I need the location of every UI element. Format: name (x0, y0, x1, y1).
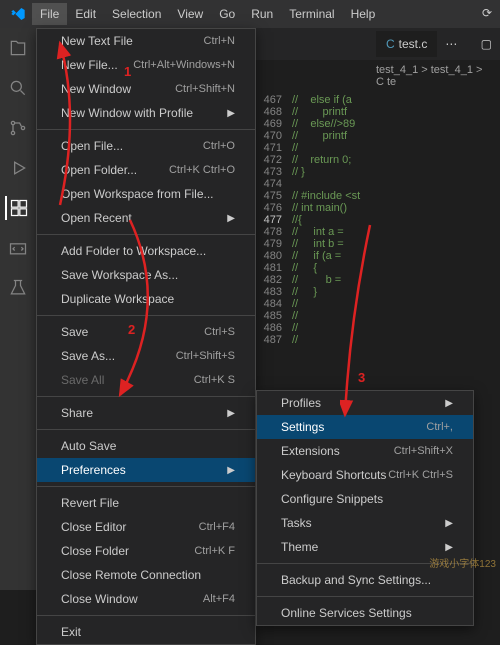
menu-terminal[interactable]: Terminal (281, 3, 342, 25)
file-menu-item[interactable]: Save As...Ctrl+Shift+S (37, 344, 255, 368)
file-menu-item[interactable]: New WindowCtrl+Shift+N (37, 77, 255, 101)
file-menu-item[interactable]: Open Workspace from File... (37, 182, 255, 206)
file-menu-item[interactable]: Exit (37, 620, 255, 644)
debug-icon[interactable] (6, 156, 30, 180)
annotation-1: 1 (124, 64, 131, 79)
code-editor[interactable]: 467// else if (a468// printf469// else//… (256, 92, 500, 348)
file-menu-item: Save AllCtrl+K S (37, 368, 255, 392)
preferences-menu-item[interactable]: Profiles▶ (257, 391, 473, 415)
testing-icon[interactable] (6, 276, 30, 300)
file-menu-item[interactable]: Open File...Ctrl+O (37, 134, 255, 158)
annotation-2: 2 (128, 322, 135, 337)
remote-icon[interactable] (6, 236, 30, 260)
extensions-icon[interactable] (5, 196, 29, 220)
file-menu-dropdown: New Text FileCtrl+NNew File...Ctrl+Alt+W… (36, 28, 256, 645)
file-menu-item[interactable]: Save Workspace As... (37, 263, 255, 287)
menubar: File Edit Selection View Go Run Terminal… (0, 0, 500, 28)
menu-run[interactable]: Run (243, 3, 281, 25)
source-control-icon[interactable] (6, 116, 30, 140)
file-menu-item[interactable]: Revert File (37, 491, 255, 515)
title-actions: ⟳ (482, 6, 492, 20)
file-menu-item[interactable]: Auto Save (37, 434, 255, 458)
preferences-menu-item[interactable]: Tasks▶ (257, 511, 473, 535)
file-menu-item[interactable]: Close EditorCtrl+F4 (37, 515, 255, 539)
menu-help[interactable]: Help (343, 3, 384, 25)
vscode-logo-icon (10, 6, 26, 22)
file-menu-item[interactable]: Close Remote Connection (37, 563, 255, 587)
file-menu-item[interactable]: Duplicate Workspace (37, 287, 255, 311)
file-menu-item[interactable]: New File...Ctrl+Alt+Windows+N (37, 53, 255, 77)
file-menu-item[interactable]: Open Recent▶ (37, 206, 255, 230)
preferences-menu-item[interactable]: ExtensionsCtrl+Shift+X (257, 439, 473, 463)
refresh-icon[interactable]: ⟳ (482, 6, 492, 20)
menu-selection[interactable]: Selection (104, 3, 169, 25)
file-menu-item[interactable]: Add Folder to Workspace... (37, 239, 255, 263)
preferences-menu-item[interactable]: SettingsCtrl+, (257, 415, 473, 439)
activity-bar (0, 28, 36, 590)
editor-tabs: Ctest.c ⋯ ▢ (256, 28, 500, 60)
split-icon[interactable]: ▢ (481, 37, 492, 51)
menu-file[interactable]: File (32, 3, 67, 25)
file-menu-item[interactable]: Close WindowAlt+F4 (37, 587, 255, 611)
overflow-icon[interactable]: ⋯ (445, 37, 457, 51)
tab-test-c[interactable]: Ctest.c (376, 31, 437, 57)
search-icon[interactable] (6, 76, 30, 100)
file-menu-item[interactable]: New Text FileCtrl+N (37, 29, 255, 53)
explorer-icon[interactable] (6, 36, 30, 60)
preferences-menu-item[interactable]: Keyboard ShortcutsCtrl+K Ctrl+S (257, 463, 473, 487)
menu-view[interactable]: View (169, 3, 211, 25)
file-menu-item[interactable]: Share▶ (37, 401, 255, 425)
preferences-menu-item[interactable]: Online Services Settings (257, 601, 473, 625)
file-menu-item[interactable]: SaveCtrl+S (37, 320, 255, 344)
breadcrumb[interactable]: test_4_1 > test_4_1 > C te (256, 60, 500, 92)
annotation-3: 3 (358, 370, 365, 385)
file-menu-item[interactable]: Open Folder...Ctrl+K Ctrl+O (37, 158, 255, 182)
menu-go[interactable]: Go (211, 3, 243, 25)
menu-edit[interactable]: Edit (67, 3, 104, 25)
watermark: 游戏小字体123 (429, 555, 496, 570)
preferences-menu-item[interactable]: Configure Snippets (257, 487, 473, 511)
editor-area: Ctest.c ⋯ ▢ test_4_1 > test_4_1 > C te 4… (256, 28, 500, 348)
file-menu-item[interactable]: Preferences▶ (37, 458, 255, 482)
file-menu-item[interactable]: Close FolderCtrl+K F (37, 539, 255, 563)
preferences-submenu: Profiles▶SettingsCtrl+,ExtensionsCtrl+Sh… (256, 390, 474, 626)
file-menu-item[interactable]: New Window with Profile▶ (37, 101, 255, 125)
preferences-menu-item[interactable]: Backup and Sync Settings... (257, 568, 473, 592)
